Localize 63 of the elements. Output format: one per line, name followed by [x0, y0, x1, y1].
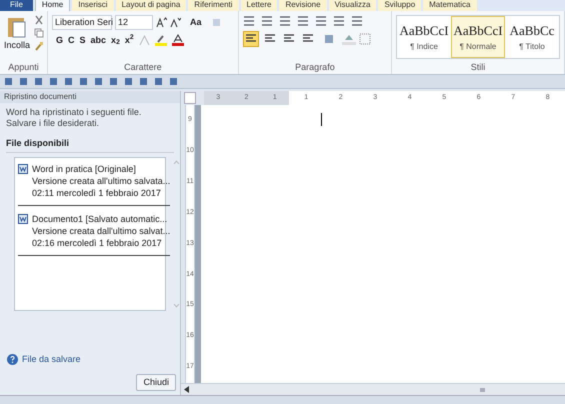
change-case-button[interactable]: Aa: [188, 16, 204, 30]
ribbon-tab[interactable]: Revisione: [279, 0, 327, 11]
file-detail: Versione creata all'ultimo salvata...: [32, 174, 170, 186]
recovered-file-item[interactable]: Word in pratica [Originale] Versione creata all'ultimo salvata... 02:11 mercoledì 1 febbraio 2017: [18, 160, 170, 206]
grow-font-icon[interactable]: [156, 17, 167, 28]
ribbon-tab[interactable]: Sviluppo: [378, 0, 422, 11]
file-time: 02:11 mercoledì 1 febbraio 2017: [32, 186, 162, 198]
file-name: Documento1 [Salvato automatic...: [32, 212, 168, 224]
ribbon-tab[interactable]: Lettere: [240, 0, 278, 11]
style-gallery-item[interactable]: AaBbCc ¶ Titolo: [505, 16, 559, 58]
shading-icon[interactable]: [342, 33, 356, 45]
style-name: ¶ Titolo: [519, 40, 545, 53]
ribbon-tab[interactable]: Home: [34, 0, 70, 11]
text-cursor: [321, 113, 322, 126]
group-label: Paragrafo: [295, 61, 335, 74]
ribbon-tab[interactable]: Matematica: [423, 0, 476, 11]
style-gallery-item[interactable]: AaBbCcI ¶ Normale: [451, 16, 505, 58]
format-button[interactable]: abc: [90, 34, 106, 46]
recovered-file-item[interactable]: Documento1 [Salvato automatic... Versione creata dall'ultimo salvat... 02:16 mercoledì 1 febbraio 2017: [18, 210, 170, 256]
help-link[interactable]: File da salvare: [22, 352, 81, 366]
group-label: Carattere: [124, 61, 162, 74]
highlight-icon[interactable]: [154, 34, 167, 46]
close-button[interactable]: Chiudi: [136, 374, 176, 391]
paste-label[interactable]: Incolla: [4, 39, 30, 52]
ribbon-tab[interactable]: Visualizza: [328, 0, 376, 11]
file-name: Word in pratica [Originale]: [32, 162, 137, 174]
file-time: 02:16 mercoledì 1 febbraio 2017: [32, 236, 163, 248]
style-name: ¶ Indice: [410, 40, 438, 53]
style-name: ¶ Normale: [460, 40, 496, 53]
ribbon-tab[interactable]: Inserisci: [72, 0, 114, 11]
pane-title: Ripristino documenti: [0, 91, 180, 103]
font-color-icon[interactable]: [172, 34, 184, 46]
file-tab[interactable]: File: [0, 0, 33, 11]
format-button[interactable]: x$_{2}$: [111, 34, 120, 46]
horizontal-scrollbar[interactable]: [181, 383, 565, 395]
shrink-font-icon[interactable]: [170, 17, 181, 28]
ribbon-tab[interactable]: Riferimenti: [188, 0, 239, 11]
font-size-field[interactable]: 12: [115, 15, 153, 30]
tab-selector[interactable]: [184, 92, 196, 104]
brush-icon[interactable]: [34, 41, 44, 51]
file-detail: Versione creata dall'ultimo salvat...: [32, 224, 170, 236]
format-button[interactable]: x$^{2}$: [124, 34, 134, 46]
clipboard-icon[interactable]: [6, 15, 28, 39]
bullets-icon[interactable]: [242, 15, 255, 27]
style-sample: AaBbCcI: [399, 22, 449, 40]
section-heading: File disponibili: [6, 137, 174, 152]
borders-icon[interactable]: [358, 33, 371, 45]
copy-icon[interactable]: [34, 28, 44, 38]
style-gallery-item[interactable]: AaBbCcI ¶ Indice: [397, 16, 451, 58]
scissors-icon[interactable]: [34, 15, 44, 25]
group-label: Appunti: [8, 61, 39, 74]
format-button[interactable]: C: [68, 34, 75, 46]
recovery-message: Word ha ripristinato i seguenti file. Salvare i file desiderati.: [5, 106, 142, 129]
help-icon[interactable]: [7, 354, 18, 365]
format-button[interactable]: G: [56, 34, 64, 46]
scroll-left-icon[interactable]: [184, 386, 190, 393]
style-sample: AaBbCc: [510, 22, 554, 40]
align-icon[interactable]: [242, 31, 259, 47]
ribbon-tab[interactable]: Layout di pagina: [116, 0, 186, 11]
group-label: Stili: [470, 61, 486, 74]
format-button[interactable]: S: [80, 34, 86, 46]
font-name-field[interactable]: Liberation Seri: [52, 15, 112, 30]
style-sample: AaBbCcI: [453, 22, 503, 40]
